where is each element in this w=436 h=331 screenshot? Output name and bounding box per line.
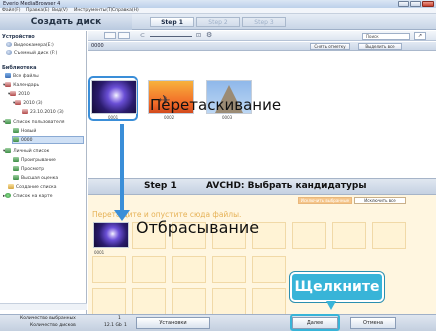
drop-slot	[92, 256, 126, 283]
settings-icon[interactable]: ⚙	[206, 31, 212, 39]
library-heading: Библиотека	[2, 65, 37, 71]
library-playback[interactable]: Проигрывание	[13, 157, 56, 163]
drop-slot	[92, 288, 126, 315]
library-map-list[interactable]: ▸ Список на карте	[3, 193, 53, 199]
remove-all-button[interactable]: Исключить все	[354, 197, 406, 204]
tab-step-1[interactable]: Step 1	[150, 17, 194, 27]
library-all-files[interactable]: Все файлы	[5, 73, 39, 79]
disc-count-label: Количество дисков	[30, 323, 76, 328]
library-calendar[interactable]: ▾ Календарь	[3, 82, 39, 88]
search-input[interactable]: Поиск	[362, 33, 410, 40]
calendar-icon	[22, 109, 28, 114]
list-icon	[13, 157, 19, 162]
list-icon	[13, 137, 19, 142]
library-year[interactable]: ▾ 2010	[8, 91, 30, 97]
library-selected-item[interactable]: 0000	[12, 136, 84, 144]
calendar-icon	[5, 82, 12, 87]
deselect-all-button[interactable]: Снять отметку	[310, 43, 350, 50]
search-options-icon[interactable]: ↗	[414, 32, 426, 40]
calendar-icon	[10, 91, 17, 96]
device-removable[interactable]: Съемный диск (F:)	[6, 50, 57, 56]
menu-view[interactable]: Вид(V)	[52, 8, 68, 13]
calendar-icon	[15, 100, 22, 105]
library-view[interactable]: Просмотр	[13, 166, 44, 172]
close-button[interactable]	[422, 1, 434, 7]
disc-icon	[6, 50, 12, 55]
tab-step-3[interactable]: Step 3	[242, 17, 286, 27]
library-month[interactable]: ▾ 2010 (3)	[13, 100, 43, 106]
list-icon	[13, 128, 19, 133]
drop-slot	[252, 256, 286, 283]
drop-slot	[172, 256, 206, 283]
step-label: Step 1	[144, 181, 177, 191]
folder-icon	[8, 184, 14, 189]
menu-edit[interactable]: Правка(E)	[26, 8, 49, 13]
device-camera[interactable]: Видеокамера(E:)	[6, 42, 54, 48]
title-bar: Everio MediaBrowser 4	[0, 0, 436, 8]
camera-icon	[6, 42, 12, 47]
dropped-thumbnail[interactable]	[93, 222, 129, 248]
left-panel: Устройство Видеокамера(E:) Съемный диск …	[0, 31, 87, 320]
arrow-head-icon	[114, 210, 130, 221]
drop-slot	[132, 288, 166, 315]
drop-slot	[332, 222, 366, 249]
thumbnail-label: 0002	[164, 115, 175, 120]
list-view-button[interactable]	[118, 32, 130, 39]
list-icon	[5, 148, 12, 153]
upper-filter-bar: 0000 Снять отметку Выделить все	[88, 42, 436, 51]
drop-slot	[372, 222, 406, 249]
menu-help[interactable]: Справка(H)	[112, 8, 139, 13]
disc-count-value: 1	[124, 323, 127, 328]
minimize-button[interactable]	[398, 1, 409, 7]
click-callout: Щелкните	[290, 272, 384, 302]
disc-size: 12.1 Gb	[104, 323, 122, 328]
devices-heading: Устройство	[2, 34, 35, 40]
settings-button[interactable]: Установки	[136, 317, 210, 329]
item-count: 0000	[91, 43, 104, 49]
selected-count-label: Количество выбранных	[20, 316, 76, 321]
list-icon	[13, 175, 19, 180]
grid-view-button[interactable]	[104, 32, 116, 39]
library-personal-list[interactable]: ▾ Личный список	[3, 148, 49, 154]
zoom-slider[interactable]	[150, 36, 192, 37]
drag-arrow	[120, 124, 124, 214]
maximize-button[interactable]	[410, 1, 421, 7]
left-panel-scrollbar[interactable]	[0, 303, 87, 310]
tab-step-2[interactable]: Step 2	[196, 17, 240, 27]
library-user-list[interactable]: ▾ Список пользователя	[3, 119, 64, 125]
menu-file[interactable]: Файл(F)	[2, 8, 21, 13]
drop-slot	[132, 256, 166, 283]
create-disc-title: Создать диск	[0, 14, 132, 30]
dropped-thumbnail-label: 0001	[94, 250, 105, 255]
drag-annotation: Перетаскивание	[150, 96, 282, 114]
list-icon	[5, 119, 12, 124]
library-icon	[5, 73, 11, 78]
select-all-button[interactable]: Выделить все	[358, 43, 402, 50]
drop-slot	[212, 256, 246, 283]
library-day[interactable]: 23.10.2010 (3)	[22, 109, 64, 115]
drop-slot	[252, 288, 286, 315]
map-icon	[5, 193, 12, 198]
thumbnail-video-1[interactable]	[91, 80, 137, 114]
cancel-button[interactable]: Отмена	[350, 317, 396, 329]
drop-slot	[172, 288, 206, 315]
remove-selected-button[interactable]: Исключить выбранные	[298, 197, 352, 204]
zoom-out-icon[interactable]: ⊂	[140, 32, 145, 39]
window-title: Everio MediaBrowser 4	[3, 1, 61, 7]
drop-slot	[212, 288, 246, 315]
menu-tools[interactable]: Инструменты(T)	[74, 8, 112, 13]
thumbnail-label: 0003	[222, 115, 233, 120]
selected-count-value: 1	[118, 316, 121, 321]
thumbnail-label: 0001	[108, 115, 119, 120]
drop-annotation: Отбрасывание	[136, 218, 260, 237]
drop-slot	[292, 222, 326, 249]
callout-pointer-icon	[326, 301, 336, 310]
library-new[interactable]: Новый	[13, 128, 36, 134]
list-icon	[13, 166, 19, 171]
library-top-rated[interactable]: Высшая оценка	[13, 175, 58, 181]
next-button-highlight	[290, 314, 340, 331]
step-title: AVCHD: Выбрать кандидатуры	[206, 181, 367, 191]
zoom-in-icon[interactable]: ⊡	[196, 32, 201, 39]
library-create-list[interactable]: Создание списка	[8, 184, 57, 190]
